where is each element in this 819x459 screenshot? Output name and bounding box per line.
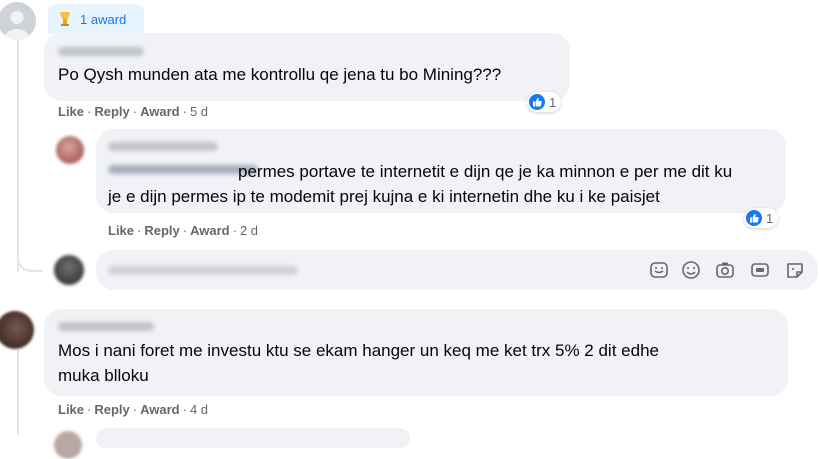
- author-name-blurred[interactable]: [58, 322, 154, 331]
- avatar[interactable]: [0, 311, 34, 349]
- separator: ·: [182, 104, 187, 119]
- emoji-icon[interactable]: [680, 259, 702, 281]
- reaction-summary[interactable]: 1: [744, 208, 779, 228]
- mentioned-name-blurred[interactable]: [108, 165, 258, 174]
- comment-text-line1: Mos i nani foret me investu ktu se ekam …: [58, 341, 659, 360]
- like-reaction-icon: [746, 210, 762, 226]
- avatar[interactable]: [56, 136, 84, 164]
- timestamp[interactable]: 4 d: [190, 402, 208, 417]
- like-button[interactable]: Like: [108, 223, 134, 238]
- award-icon: [58, 11, 72, 27]
- comment-bubble: permes portave te internetit e dijn qe j…: [96, 129, 786, 213]
- separator: ·: [132, 402, 138, 417]
- award-button[interactable]: Award: [190, 223, 230, 238]
- comment-actions: Like · Reply · Award · 2 d: [108, 223, 258, 238]
- reply-button[interactable]: Reply: [94, 402, 129, 417]
- like-reaction-icon: [529, 94, 545, 110]
- sticker-icon[interactable]: [648, 259, 670, 281]
- reaction-count: 1: [766, 210, 774, 226]
- separator: ·: [87, 104, 92, 119]
- thread-line: [17, 350, 19, 435]
- separator: ·: [232, 223, 237, 238]
- reaction-summary[interactable]: 1: [527, 92, 562, 112]
- avatar-partial[interactable]: [54, 431, 82, 459]
- reply-button[interactable]: Reply: [144, 223, 179, 238]
- comment-bubble: Mos i nani foret me investu ktu se ekam …: [44, 309, 788, 396]
- like-button[interactable]: Like: [58, 402, 84, 417]
- award-count: 1 award: [80, 11, 127, 27]
- reaction-count: 1: [549, 94, 557, 110]
- thread-connector: [17, 246, 43, 272]
- gif-icon[interactable]: [749, 259, 771, 281]
- like-button[interactable]: Like: [58, 104, 84, 119]
- comment-actions: Like · Reply · Award · 4 d: [58, 402, 208, 417]
- comment-actions: Like · Reply · Award · 5 d: [58, 104, 208, 119]
- separator: ·: [182, 223, 188, 238]
- timestamp[interactable]: 5 d: [190, 104, 208, 119]
- comment-bubble-partial: [96, 428, 410, 448]
- separator: ·: [137, 223, 142, 238]
- comment-text-line2: muka blloku: [58, 366, 149, 385]
- reply-button[interactable]: Reply: [94, 104, 129, 119]
- reply-placeholder-blurred: [108, 266, 298, 275]
- award-button[interactable]: Award: [140, 104, 180, 119]
- reply-input[interactable]: [96, 250, 818, 290]
- sticker-pack-icon[interactable]: [784, 259, 806, 281]
- comment-text: Po Qysh munden ata me kontrollu qe jena …: [58, 65, 502, 84]
- camera-icon[interactable]: [714, 259, 736, 281]
- avatar[interactable]: [0, 2, 36, 40]
- award-button[interactable]: Award: [140, 402, 180, 417]
- comment-text-line2: je e dijn permes ip te modemit prej kujn…: [108, 187, 660, 206]
- separator: ·: [132, 104, 138, 119]
- author-name-blurred[interactable]: [108, 142, 218, 151]
- award-badge[interactable]: 1 award: [48, 4, 144, 34]
- thread-line: [17, 40, 19, 272]
- current-user-avatar[interactable]: [54, 255, 84, 285]
- timestamp[interactable]: 2 d: [240, 223, 258, 238]
- separator: ·: [182, 402, 187, 417]
- comment-text-line1: permes portave te internetit e dijn qe j…: [238, 162, 733, 181]
- comment-bubble: Po Qysh munden ata me kontrollu qe jena …: [44, 33, 570, 101]
- separator: ·: [87, 402, 92, 417]
- author-name-blurred[interactable]: [58, 47, 144, 56]
